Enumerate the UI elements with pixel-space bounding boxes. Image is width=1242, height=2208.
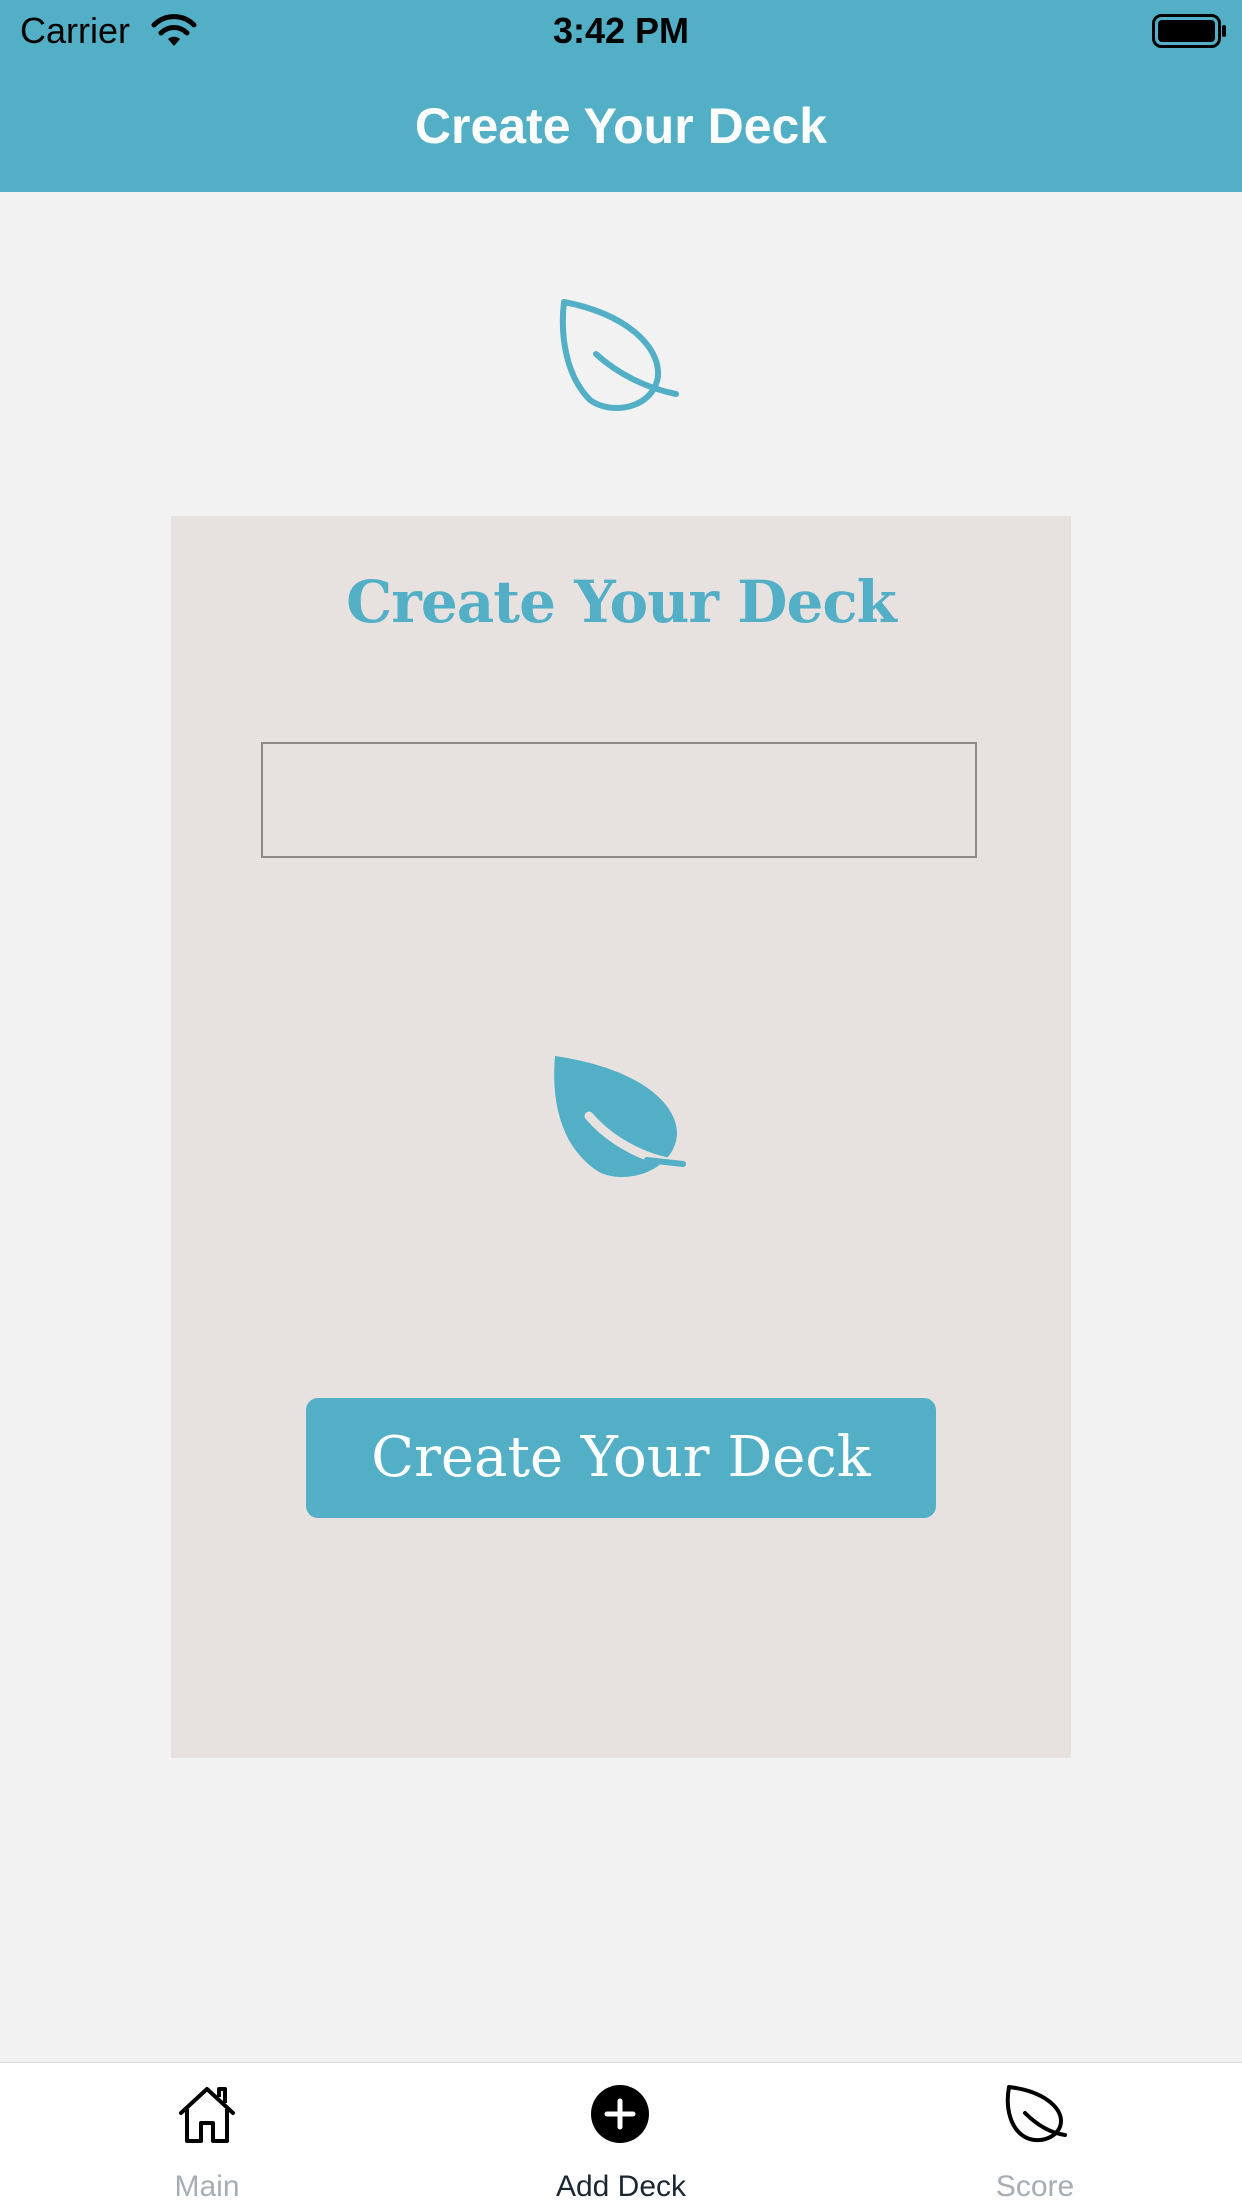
- tab-label-score: Score: [995, 2170, 1075, 2203]
- tab-label-add-deck: Add Deck: [555, 2170, 687, 2203]
- status-time: 3:42 PM: [552, 10, 690, 51]
- status-bar: Carrier 3:42 PM: [0, 0, 1242, 62]
- tab-bar: Main Add Deck Score: [0, 2062, 1242, 2208]
- tab-score[interactable]: Score: [828, 2063, 1242, 2208]
- create-deck-card: Create Your Deck Create Your Deck: [171, 516, 1071, 1758]
- screen: Carrier 3:42 PM Create Your Deck Create …: [0, 0, 1242, 2208]
- leaf-outline-icon: [559, 299, 679, 411]
- tab-label-main: Main: [174, 2170, 240, 2203]
- tab-add-deck[interactable]: Add Deck: [414, 2063, 828, 2208]
- battery-icon: [1152, 14, 1226, 48]
- tab-main[interactable]: Main: [0, 2063, 414, 2208]
- leaf-icon: [1005, 2085, 1067, 2143]
- home-icon: [179, 2087, 235, 2143]
- navigation-header: Carrier 3:42 PM Create Your Deck: [0, 0, 1242, 192]
- create-deck-button[interactable]: Create Your Deck: [306, 1398, 936, 1518]
- leaf-filled-icon: [554, 1056, 687, 1178]
- page-title: Create Your Deck: [414, 98, 828, 154]
- add-circle-icon: [591, 2085, 649, 2143]
- deck-title-input[interactable]: [261, 742, 977, 858]
- card-title: Create Your Deck: [346, 568, 897, 636]
